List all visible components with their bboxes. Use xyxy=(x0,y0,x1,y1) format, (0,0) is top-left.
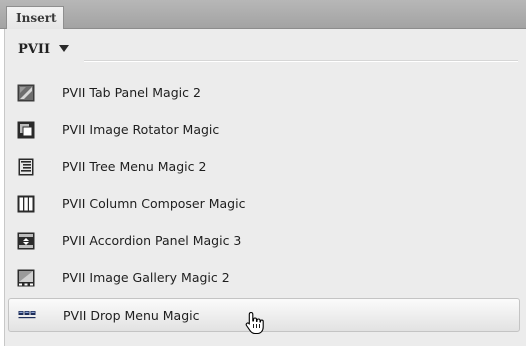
category-label: PVII xyxy=(18,42,51,57)
insert-item-image-rotator[interactable]: PVII Image Rotator Magic xyxy=(8,113,520,147)
drop-menu-icon xyxy=(18,311,36,319)
item-label: PVII Column Composer Magic xyxy=(62,196,246,211)
item-label: PVII Tab Panel Magic 2 xyxy=(62,85,201,100)
hand-pointer-icon xyxy=(245,311,264,335)
tree-menu-icon xyxy=(18,158,34,176)
item-label: PVII Accordion Panel Magic 3 xyxy=(62,233,242,248)
insert-item-accordion-panel[interactable]: PVII Accordion Panel Magic 3 xyxy=(8,224,520,258)
column-composer-icon xyxy=(17,195,35,213)
chevron-down-icon[interactable] xyxy=(59,45,69,52)
insert-item-column-composer[interactable]: PVII Column Composer Magic xyxy=(8,187,520,221)
image-gallery-icon xyxy=(17,269,35,287)
accordion-panel-icon xyxy=(17,232,35,250)
insert-panel-body: PVII PVII Tab Panel Magic 2 PVII Image R… xyxy=(4,29,526,346)
insert-item-tab-panel[interactable]: PVII Tab Panel Magic 2 xyxy=(8,76,520,110)
item-label: PVII Image Rotator Magic xyxy=(62,122,220,137)
insert-item-image-gallery[interactable]: PVII Image Gallery Magic 2 xyxy=(8,261,520,295)
tab-insert[interactable]: Insert xyxy=(6,6,64,29)
image-rotator-icon xyxy=(17,121,35,139)
category-dropdown[interactable]: PVII xyxy=(18,42,518,62)
insert-item-tree-menu[interactable]: PVII Tree Menu Magic 2 xyxy=(8,150,520,184)
item-label: PVII Tree Menu Magic 2 xyxy=(62,159,207,174)
item-label: PVII Image Gallery Magic 2 xyxy=(62,270,230,285)
insert-panel: Insert PVII PVII Tab Panel Magic 2 PVII … xyxy=(0,0,526,346)
item-label: PVII Drop Menu Magic xyxy=(63,308,200,323)
panel-tab-bar: Insert xyxy=(0,0,526,29)
tab-panel-icon xyxy=(17,84,35,102)
category-divider xyxy=(84,60,518,62)
